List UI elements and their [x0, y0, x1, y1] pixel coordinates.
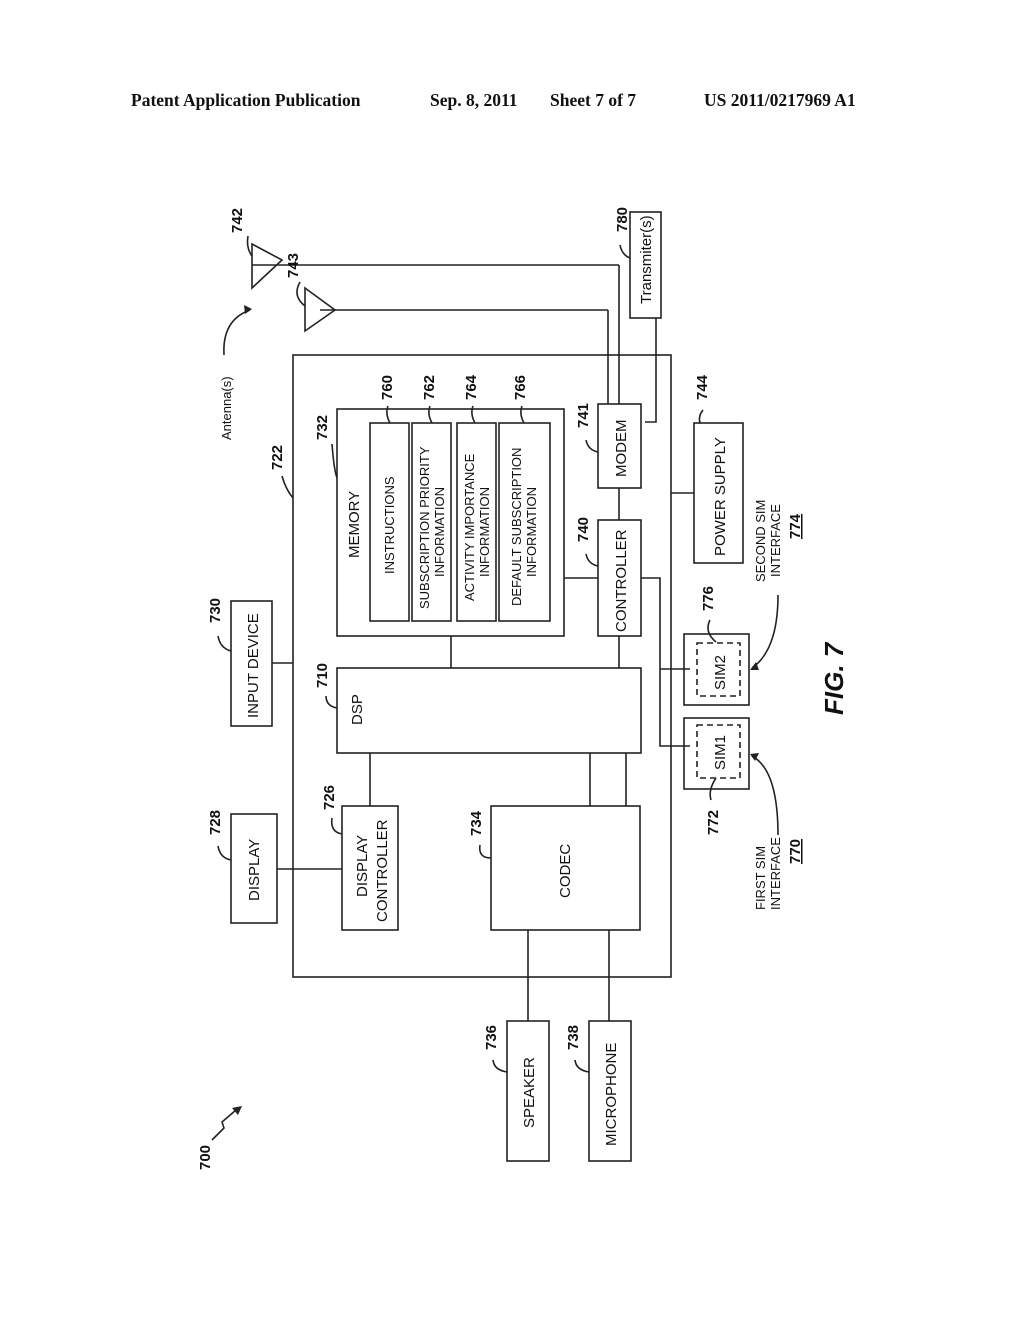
dsp-label: DSP [349, 694, 366, 725]
system-ref: 700 [197, 1145, 214, 1170]
power-supply-label: POWER SUPPLY [712, 437, 729, 556]
codec-ref: 734 [468, 810, 485, 836]
dsp-ref: 710 [314, 663, 331, 688]
default-subscription-line1: DEFAULT SUBSCRIPTION [509, 448, 524, 606]
second-sim-line1: SECOND SIM [753, 500, 768, 582]
first-sim-line1: FIRST SIM [753, 846, 768, 910]
speaker-label: SPEAKER [521, 1057, 538, 1128]
dsp-box [336, 667, 642, 754]
antenna-743-ref: 743 [285, 253, 302, 278]
display-label: DISPLAY [246, 839, 263, 901]
antenna-743: 743 [285, 253, 609, 404]
power-supply-ref: 744 [694, 374, 711, 400]
display-controller-line2: CONTROLLER [374, 819, 391, 922]
codec-label: CODEC [557, 844, 574, 898]
second-sim-line2: INTERFACE [768, 504, 783, 577]
antenna-742-ref: 742 [229, 208, 246, 233]
controller-sim1-link [641, 577, 690, 747]
input-device-ref: 730 [207, 598, 224, 623]
subscription-priority-ref: 762 [421, 375, 438, 400]
antennas-arrow [223, 309, 251, 356]
memory-ref: 732 [314, 415, 331, 440]
activity-importance-line2: INFORMATION [477, 487, 492, 577]
display-controller-line1: DISPLAY [354, 835, 371, 897]
modem-ref: 741 [575, 403, 592, 428]
sim1-ref: 772 [705, 810, 722, 835]
memory-label: MEMORY [346, 491, 363, 558]
second-sim-ref: 774 [787, 513, 804, 539]
first-sim-ref: 770 [787, 839, 804, 864]
activity-importance-ref: 764 [463, 374, 480, 400]
input-device-label: INPUT DEVICE [245, 613, 262, 718]
device-ref: 722 [269, 445, 286, 470]
antenna-742: 742 [229, 208, 620, 404]
sim2-ref: 776 [700, 586, 717, 611]
display-ref: 728 [207, 810, 224, 835]
device-leader [281, 475, 294, 499]
sim1-label: SIM1 [712, 735, 729, 770]
transmitter-ref: 780 [614, 207, 631, 232]
microphone-label: MICROPHONE [603, 1043, 620, 1146]
second-sim-arrow [751, 594, 779, 669]
sim2-label: SIM2 [712, 655, 729, 690]
antenna-742-icon [251, 242, 284, 290]
system-ref-arrow [211, 1109, 237, 1141]
instructions-ref: 760 [379, 375, 396, 400]
antennas-label: Antenna(s) [219, 376, 234, 440]
default-subscription-line2: INFORMATION [524, 487, 539, 577]
speaker-ref: 736 [483, 1025, 500, 1050]
subscription-priority-line2: INFORMATION [432, 487, 447, 577]
first-sim-interface: FIRST SIM INTERFACE 770 [750, 753, 804, 910]
controller-ref: 740 [575, 517, 592, 542]
second-sim-interface: SECOND SIM INTERFACE 774 [750, 500, 804, 670]
first-sim-arrow [751, 755, 779, 836]
activity-importance-line1: ACTIVITY IMPORTANCE [462, 453, 477, 601]
instructions-label: INSTRUCTIONS [382, 476, 397, 574]
display-controller-ref: 726 [321, 785, 338, 810]
block-diagram: 722 742 743 Antenna(s) Transmiter(s) 780… [197, 207, 849, 1170]
modem-label: MODEM [613, 420, 630, 478]
subscription-priority-line1: SUBSCRIPTION PRIORITY [417, 446, 432, 609]
figure-label: FIG. 7 [819, 641, 849, 715]
microphone-ref: 738 [565, 1025, 582, 1050]
first-sim-line2: INTERFACE [768, 837, 783, 910]
transmitter-modem-link [645, 318, 657, 423]
default-subscription-ref: 766 [512, 375, 529, 400]
controller-label: CONTROLLER [613, 529, 630, 632]
transmitter-label: Transmiter(s) [638, 215, 655, 304]
